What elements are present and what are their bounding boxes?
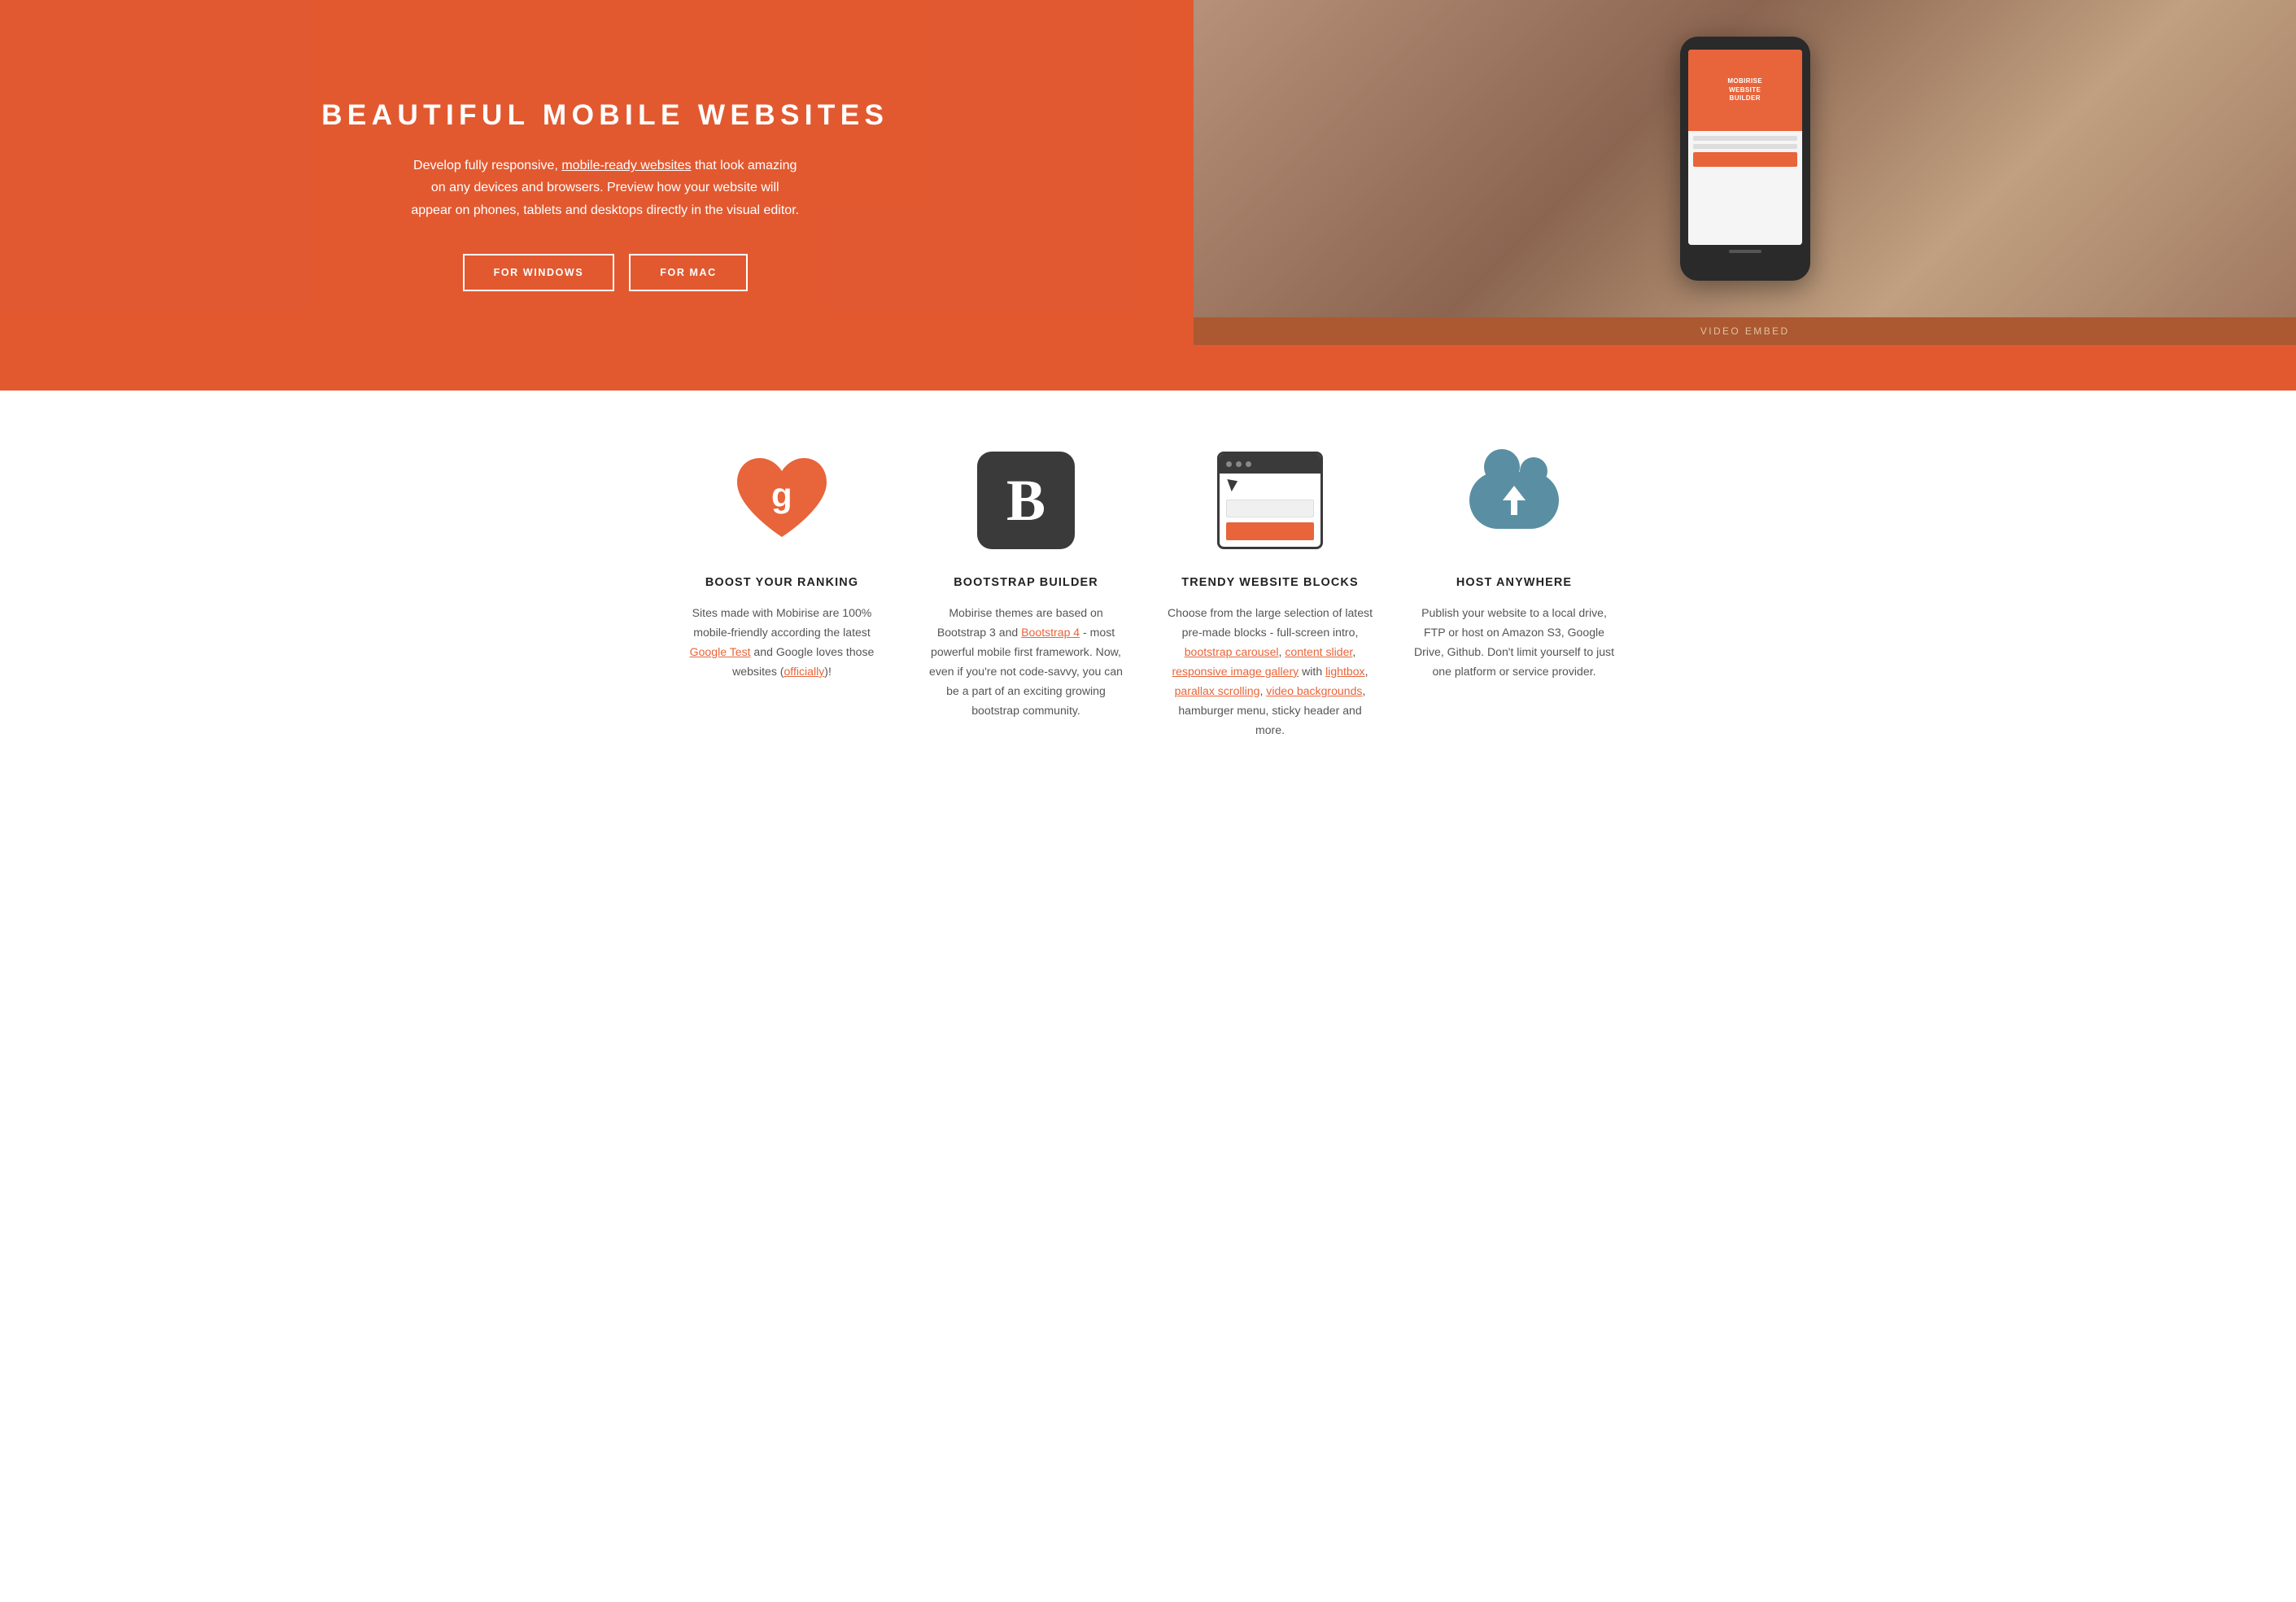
upload-arrow-head bbox=[1503, 486, 1526, 500]
bootstrap-title: BOOTSTRAP BUILDER bbox=[954, 576, 1098, 589]
google-heart-icon: g bbox=[729, 447, 835, 553]
browser-body bbox=[1220, 474, 1320, 547]
phone-screen-text: MOBIRISEWEBSITEBUILDER bbox=[1727, 77, 1762, 103]
content-slider-link[interactable]: content slider bbox=[1285, 645, 1352, 658]
video-embed-text: VIDEO EMBED bbox=[1700, 325, 1790, 337]
feature-trendy: TRENDY WEBSITE BLOCKS Choose from the la… bbox=[1148, 447, 1392, 740]
responsive-gallery-link[interactable]: responsive image gallery bbox=[1172, 665, 1299, 678]
hero-phone-area: MOBIRISEWEBSITEBUILDER bbox=[1194, 0, 2296, 317]
bootstrap-icon-container: B bbox=[973, 447, 1079, 553]
windows-button[interactable]: FOR WINDOWS bbox=[463, 254, 615, 291]
cloud-upload-icon bbox=[1461, 456, 1567, 545]
feature-host: HOST ANYWHERE Publish your website to a … bbox=[1392, 447, 1636, 740]
svg-text:g: g bbox=[771, 476, 792, 514]
hero-title: BEAUTIFUL MOBILE WEBSITES bbox=[321, 99, 888, 132]
cloud-shape bbox=[1469, 472, 1559, 529]
upload-arrow-stem bbox=[1511, 500, 1517, 515]
phone-bar-1 bbox=[1693, 136, 1797, 141]
parallax-link[interactable]: parallax scrolling bbox=[1175, 684, 1260, 697]
boost-desc: Sites made with Mobirise are 100% mobile… bbox=[679, 604, 884, 682]
feature-boost: g BOOST YOUR RANKING Sites made with Mob… bbox=[660, 447, 904, 740]
trendy-sep3: , bbox=[1365, 665, 1368, 678]
bootstrap-b-letter: B bbox=[1006, 471, 1045, 530]
phone-mockup: MOBIRISEWEBSITEBUILDER bbox=[1680, 37, 1810, 281]
browser-block-orange bbox=[1226, 522, 1314, 540]
features-section: g BOOST YOUR RANKING Sites made with Mob… bbox=[0, 391, 2296, 788]
hero-mobile-link[interactable]: mobile-ready websites bbox=[561, 159, 691, 172]
cursor-arrow-icon bbox=[1225, 479, 1237, 492]
trendy-desc: Choose from the large selection of lates… bbox=[1168, 604, 1373, 740]
boost-title: BOOST YOUR RANKING bbox=[705, 576, 858, 589]
browser-block-white bbox=[1226, 500, 1314, 517]
hero-description: Develop fully responsive, mobile-ready w… bbox=[410, 155, 801, 221]
boost-desc-end: )! bbox=[824, 665, 832, 678]
trendy-desc-intro: Choose from the large selection of lates… bbox=[1168, 606, 1373, 639]
bootstrap-desc-end: - most powerful mobile first framework. … bbox=[929, 626, 1123, 717]
upload-arrow bbox=[1503, 486, 1526, 515]
bootstrap-desc: Mobirise themes are based on Bootstrap 3… bbox=[923, 604, 1128, 721]
hero-section: BEAUTIFUL MOBILE WEBSITES Develop fully … bbox=[0, 0, 2296, 391]
phone-screen: MOBIRISEWEBSITEBUILDER bbox=[1688, 50, 1802, 245]
bootstrap4-link[interactable]: Bootstrap 4 bbox=[1021, 626, 1080, 639]
browser-dot-1 bbox=[1226, 461, 1232, 467]
mac-button[interactable]: FOR MAC bbox=[629, 254, 748, 291]
boost-desc-text: Sites made with Mobirise are 100% mobile… bbox=[692, 606, 872, 639]
hero-right-image: MOBIRISEWEBSITEBUILDER VIDEO EMBED bbox=[1194, 0, 2296, 391]
feature-bootstrap: B BOOTSTRAP BUILDER Mobirise themes are … bbox=[904, 447, 1148, 740]
host-icon-container bbox=[1461, 447, 1567, 553]
hero-left-content: BEAUTIFUL MOBILE WEBSITES Develop fully … bbox=[0, 0, 1194, 391]
browser-cursor bbox=[1226, 480, 1314, 491]
hero-desc-text1: Develop fully responsive, bbox=[413, 159, 561, 172]
trendy-title: TRENDY WEBSITE BLOCKS bbox=[1181, 576, 1358, 589]
phone-screen-content bbox=[1688, 131, 1802, 245]
trendy-icon-container bbox=[1217, 447, 1323, 553]
phone-bar-orange bbox=[1693, 152, 1797, 167]
trendy-sep2: , bbox=[1352, 645, 1355, 658]
bootstrap-icon: B bbox=[977, 452, 1075, 549]
host-desc: Publish your website to a local drive, F… bbox=[1412, 604, 1617, 682]
host-title: HOST ANYWHERE bbox=[1456, 576, 1572, 589]
phone-screen-header: MOBIRISEWEBSITEBUILDER bbox=[1688, 50, 1802, 131]
boost-icon-container: g bbox=[729, 447, 835, 553]
browser-blocks-icon bbox=[1217, 452, 1323, 549]
officially-link[interactable]: officially bbox=[784, 665, 824, 678]
browser-dot-3 bbox=[1246, 461, 1251, 467]
bootstrap-carousel-link[interactable]: bootstrap carousel bbox=[1185, 645, 1279, 658]
trendy-mid: with bbox=[1299, 665, 1325, 678]
video-embed-label: VIDEO EMBED bbox=[1194, 317, 2296, 345]
browser-topbar bbox=[1220, 454, 1320, 474]
google-test-link[interactable]: Google Test bbox=[690, 645, 751, 658]
video-bg-link[interactable]: video backgrounds bbox=[1266, 684, 1362, 697]
lightbox-link[interactable]: lightbox bbox=[1325, 665, 1365, 678]
browser-dot-2 bbox=[1236, 461, 1242, 467]
phone-home-indicator bbox=[1729, 250, 1761, 253]
hero-buttons-group: FOR WINDOWS FOR MAC bbox=[463, 254, 748, 291]
phone-bar-2 bbox=[1693, 144, 1797, 149]
